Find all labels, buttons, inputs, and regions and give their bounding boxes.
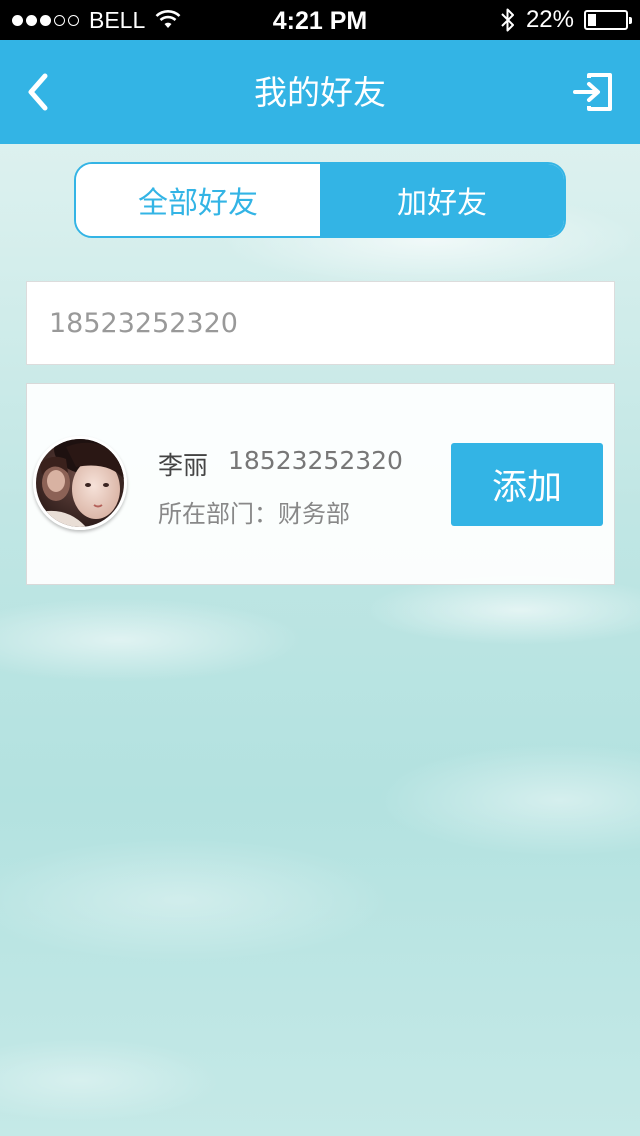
bluetooth-icon	[501, 8, 514, 32]
signal-dot	[54, 14, 65, 26]
search-box	[26, 281, 615, 365]
status-left: BELL	[12, 0, 181, 40]
wifi-icon	[155, 10, 181, 28]
signal-dot	[68, 14, 79, 26]
battery-percent: 22%	[525, 6, 574, 33]
tab-all-friends[interactable]: 全部好友	[76, 164, 320, 236]
user-name: 李丽	[158, 451, 209, 480]
signal-dot	[40, 14, 51, 26]
user-phone: 18523252320	[228, 446, 403, 475]
signal-dot	[26, 14, 37, 26]
status-bar: BELL 4:21 PM 22%	[0, 0, 640, 40]
exit-button[interactable]	[572, 70, 616, 114]
back-button[interactable]	[18, 68, 58, 116]
battery-fill	[588, 14, 596, 26]
signal-dot	[12, 14, 23, 26]
page-title: 我的好友	[254, 73, 386, 112]
battery-icon	[584, 10, 632, 30]
signal-strength-icon	[12, 14, 79, 26]
sign-out-icon	[573, 73, 612, 111]
friend-tabs: 全部好友 加好友	[74, 162, 566, 238]
avatar-photo	[36, 439, 124, 527]
carrier-name: BELL	[89, 6, 146, 33]
phone-search-input[interactable]	[27, 282, 614, 364]
nav-bar: 我的好友	[0, 40, 640, 144]
chevron-left-icon	[28, 73, 48, 111]
search-result-card: 李丽 18523252320 所在部门：财务部 添加	[26, 383, 615, 585]
tab-add-friend[interactable]: 加好友	[320, 164, 564, 236]
avatar	[33, 436, 127, 530]
status-right: 22%	[500, 0, 632, 40]
user-department: 所在部门：财务部	[158, 500, 350, 528]
add-friend-button[interactable]: 添加	[451, 443, 603, 526]
